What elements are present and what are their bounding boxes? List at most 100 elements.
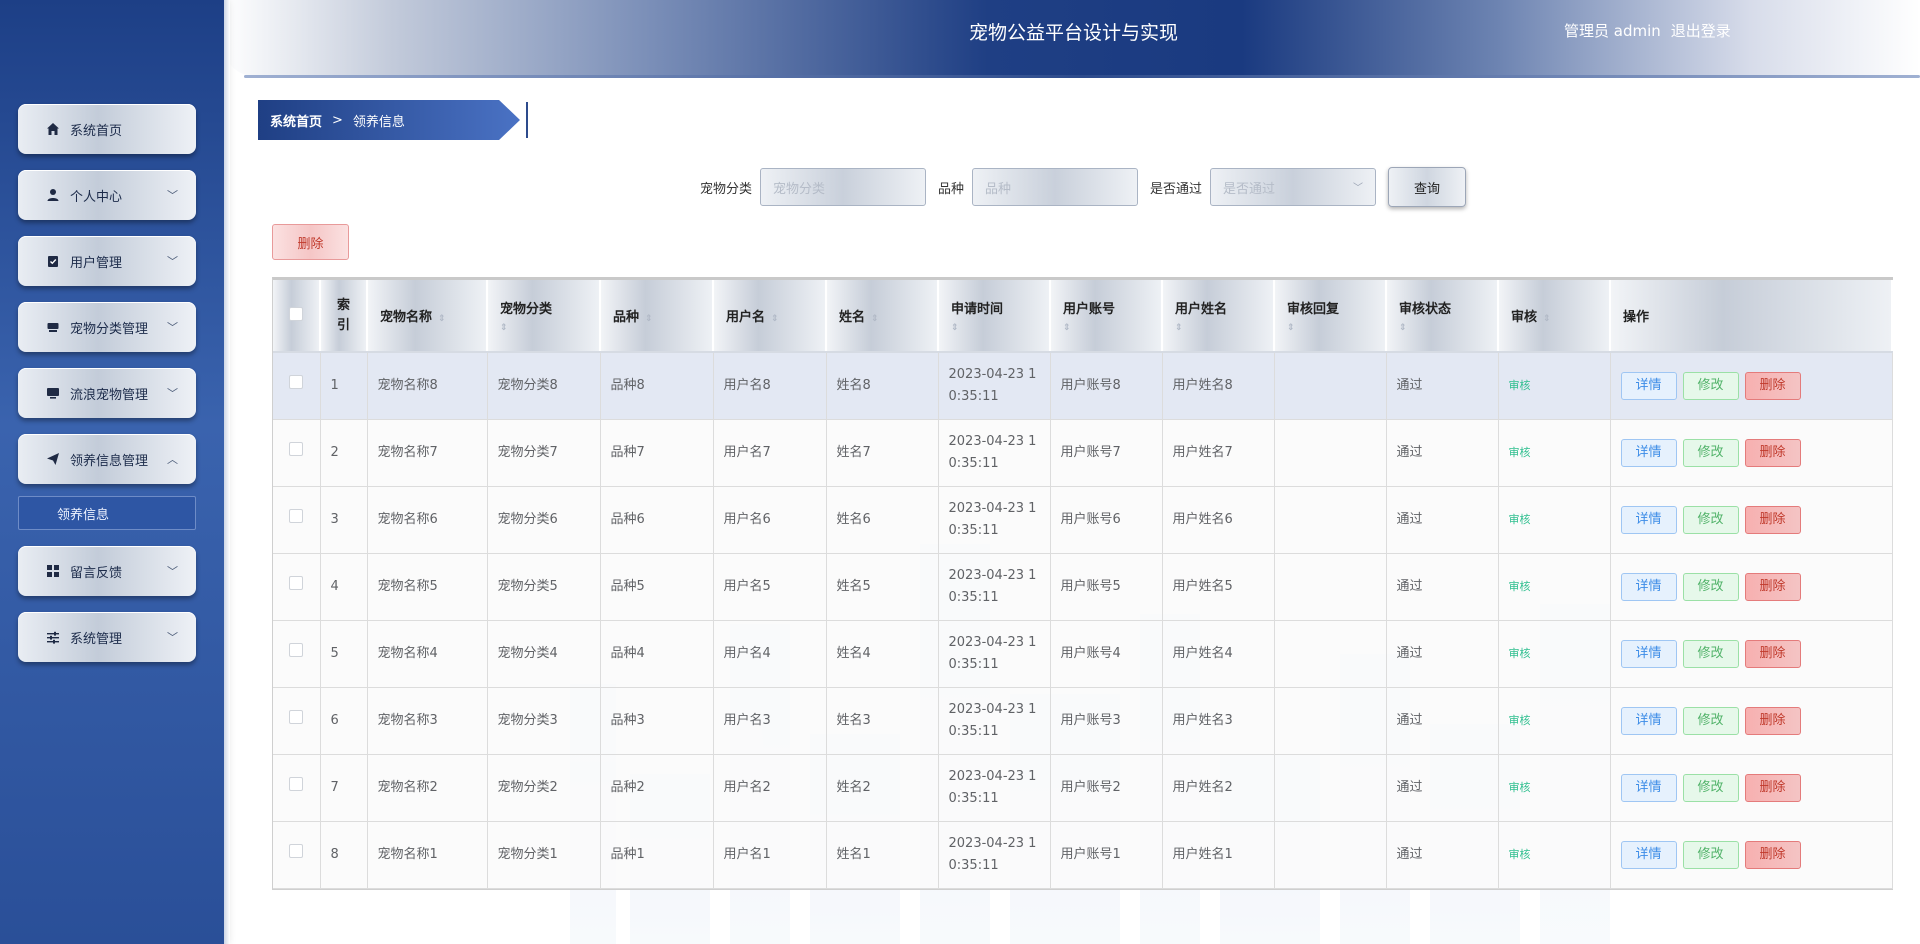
col-breed[interactable]: 品种 ⇕ [600,280,714,353]
audit-link[interactable]: 审核 [1509,379,1531,392]
batch-delete-button[interactable]: 删除 [272,224,349,260]
delete-button[interactable]: 删除 [1744,706,1801,735]
table-row[interactable]: 8 宠物名称1 宠物分类1 品种1 用户名1 姓名1 2023-04-23 1 0:35:11… [273,821,1893,889]
col-username[interactable]: 用户名 ⇕ [713,280,827,353]
sort-icon[interactable]: ⇕ [1399,323,1485,333]
query-button[interactable]: 查询 [1388,167,1467,207]
detail-button[interactable]: 详情 [1620,572,1677,601]
edit-button[interactable]: 修改 [1682,505,1739,534]
apply-time-line2: 0:35:11 [948,723,999,739]
category-input[interactable]: 宠物分类 [760,168,927,206]
detail-button[interactable]: 详情 [1620,438,1677,467]
audit-link[interactable]: 审核 [1509,580,1531,593]
col-apply-time[interactable]: 申请时间 ⇕ [938,280,1051,353]
checkbox[interactable] [289,306,303,321]
send-icon [46,452,60,466]
sort-icon[interactable]: ⇕ [951,323,1037,333]
sidebar-item-adoption[interactable]: 领养信息管理 ︿ [18,434,196,484]
row-checkbox-cell[interactable] [273,821,321,889]
edit-button[interactable]: 修改 [1682,706,1739,735]
row-checkbox-cell[interactable] [273,754,321,822]
table-row[interactable]: 4 宠物名称5 宠物分类5 品种5 用户名5 姓名5 2023-04-23 1 0:35:11… [273,553,1893,621]
cell-review: 审核 [1498,620,1611,688]
detail-button[interactable]: 详情 [1620,706,1677,735]
sidebar-item-pet-category[interactable]: 宠物分类管理 ﹀ [18,302,196,352]
col-name[interactable]: 姓名 ⇕ [826,280,939,353]
checkbox[interactable] [289,776,304,791]
audit-link[interactable]: 审核 [1509,647,1531,660]
audit-link[interactable]: 审核 [1509,446,1531,459]
col-review-reply[interactable]: 审核回复 ⇕ [1274,280,1387,353]
checkbox[interactable] [289,441,304,456]
delete-button[interactable]: 删除 [1744,639,1801,668]
sidebar-item-system[interactable]: 系统管理 ﹀ [18,612,196,662]
sort-icon[interactable]: ⇕ [1287,323,1373,333]
delete-button[interactable]: 删除 [1744,438,1801,467]
breadcrumb-home[interactable]: 系统首页 [270,111,322,130]
row-checkbox-cell[interactable] [273,687,321,755]
table-row[interactable]: 3 宠物名称6 宠物分类6 品种6 用户名6 姓名6 2023-04-23 1 0:35:11… [273,486,1893,554]
checkbox[interactable] [289,709,304,724]
sort-icon[interactable]: ⇕ [500,323,587,333]
detail-button[interactable]: 详情 [1620,505,1677,534]
breed-input[interactable]: 品种 [972,168,1139,206]
table-row[interactable]: 1 宠物名称8 宠物分类8 品种8 用户名8 姓名8 2023-04-23 1 0:35:11… [273,352,1893,420]
checkbox[interactable] [289,575,304,590]
select-all-checkbox[interactable] [273,280,321,353]
table-row[interactable]: 6 宠物名称3 宠物分类3 品种3 用户名3 姓名3 2023-04-23 1 0:35:11… [273,687,1893,755]
audit-link[interactable]: 审核 [1509,781,1531,794]
sort-icon[interactable]: ⇕ [871,314,879,324]
submenu-item-adoption-info[interactable]: 领养信息 [18,496,196,530]
audit-link[interactable]: 审核 [1509,714,1531,727]
table-row[interactable]: 7 宠物名称2 宠物分类2 品种2 用户名2 姓名2 2023-04-23 1 0:35:11… [273,754,1893,822]
table-row[interactable]: 5 宠物名称4 宠物分类4 品种4 用户名4 姓名4 2023-04-23 1 0:35:11… [273,620,1893,688]
edit-button[interactable]: 修改 [1682,572,1739,601]
col-pet-name[interactable]: 宠物名称 ⇕ [367,280,488,353]
detail-button[interactable]: 详情 [1620,371,1677,400]
sidebar-item-stray-pets[interactable]: 流浪宠物管理 ﹀ [18,368,196,418]
row-checkbox-cell[interactable] [273,486,321,554]
sidebar-item-home[interactable]: 系统首页 [18,104,196,154]
col-account[interactable]: 用户账号 ⇕ [1050,280,1163,353]
table-row[interactable]: 2 宠物名称7 宠物分类7 品种7 用户名7 姓名7 2023-04-23 1 0:35:11… [273,419,1893,487]
row-checkbox-cell[interactable] [273,620,321,688]
row-checkbox-cell[interactable] [273,419,321,487]
detail-button[interactable]: 详情 [1620,840,1677,869]
edit-button[interactable]: 修改 [1682,639,1739,668]
checkbox[interactable] [289,374,304,389]
edit-button[interactable]: 修改 [1682,371,1739,400]
audit-link[interactable]: 审核 [1509,513,1531,526]
sort-icon[interactable]: ⇕ [1543,314,1551,324]
sidebar-item-users[interactable]: 用户管理 ﹀ [18,236,196,286]
sidebar-item-feedback[interactable]: 留言反馈 ﹀ [18,546,196,596]
checkbox[interactable] [289,642,304,657]
delete-button[interactable]: 删除 [1744,371,1801,400]
checkbox[interactable] [289,843,304,858]
col-user-fullname[interactable]: 用户姓名 ⇕ [1162,280,1275,353]
col-review-status[interactable]: 审核状态 ⇕ [1386,280,1499,353]
row-checkbox-cell[interactable] [273,553,321,621]
passed-select[interactable]: 是否通过 ﹀ [1210,168,1377,206]
delete-button[interactable]: 删除 [1744,572,1801,601]
sort-icon[interactable]: ⇕ [1175,323,1261,333]
col-review[interactable]: 审核 ⇕ [1498,280,1611,353]
sort-icon[interactable]: ⇕ [1063,323,1149,333]
col-category[interactable]: 宠物分类 ⇕ [487,280,601,353]
logout-link[interactable]: 退出登录 [1671,20,1731,41]
sort-icon[interactable]: ⇕ [771,314,779,324]
detail-button[interactable]: 详情 [1620,773,1677,802]
edit-button[interactable]: 修改 [1682,773,1739,802]
sort-icon[interactable]: ⇕ [645,314,653,324]
edit-button[interactable]: 修改 [1682,438,1739,467]
detail-button[interactable]: 详情 [1620,639,1677,668]
sidebar-item-profile[interactable]: 个人中心 ﹀ [18,170,196,220]
checkbox[interactable] [289,508,304,523]
sort-icon[interactable]: ⇕ [438,314,446,324]
row-checkbox-cell[interactable] [273,352,321,420]
delete-button[interactable]: 删除 [1744,505,1801,534]
delete-button[interactable]: 删除 [1744,840,1801,869]
cell-review-reply [1274,486,1387,554]
delete-button[interactable]: 删除 [1744,773,1801,802]
audit-link[interactable]: 审核 [1509,848,1531,861]
edit-button[interactable]: 修改 [1682,840,1739,869]
